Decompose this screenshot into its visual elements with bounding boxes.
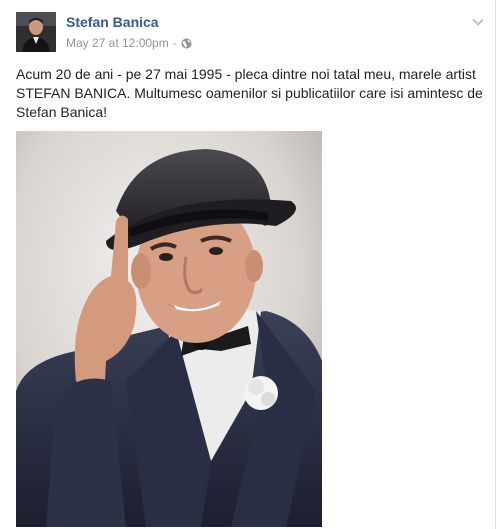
meta-separator: ·: [172, 36, 177, 50]
post-meta: May 27 at 12:00pm ·: [66, 36, 192, 50]
post-text: Acum 20 de ani - pe 27 mai 1995 - pleca …: [16, 66, 483, 120]
feed-post: Stefan Banica May 27 at 12:00pm · Acum 2…: [0, 0, 496, 529]
post-photo[interactable]: [16, 131, 322, 527]
chevron-down-icon[interactable]: [471, 14, 485, 26]
author-name-link[interactable]: Stefan Banica: [66, 14, 159, 30]
author-avatar[interactable]: [16, 12, 56, 52]
post-timestamp-link[interactable]: May 27 at 12:00pm: [66, 36, 169, 50]
globe-icon[interactable]: [181, 38, 192, 49]
